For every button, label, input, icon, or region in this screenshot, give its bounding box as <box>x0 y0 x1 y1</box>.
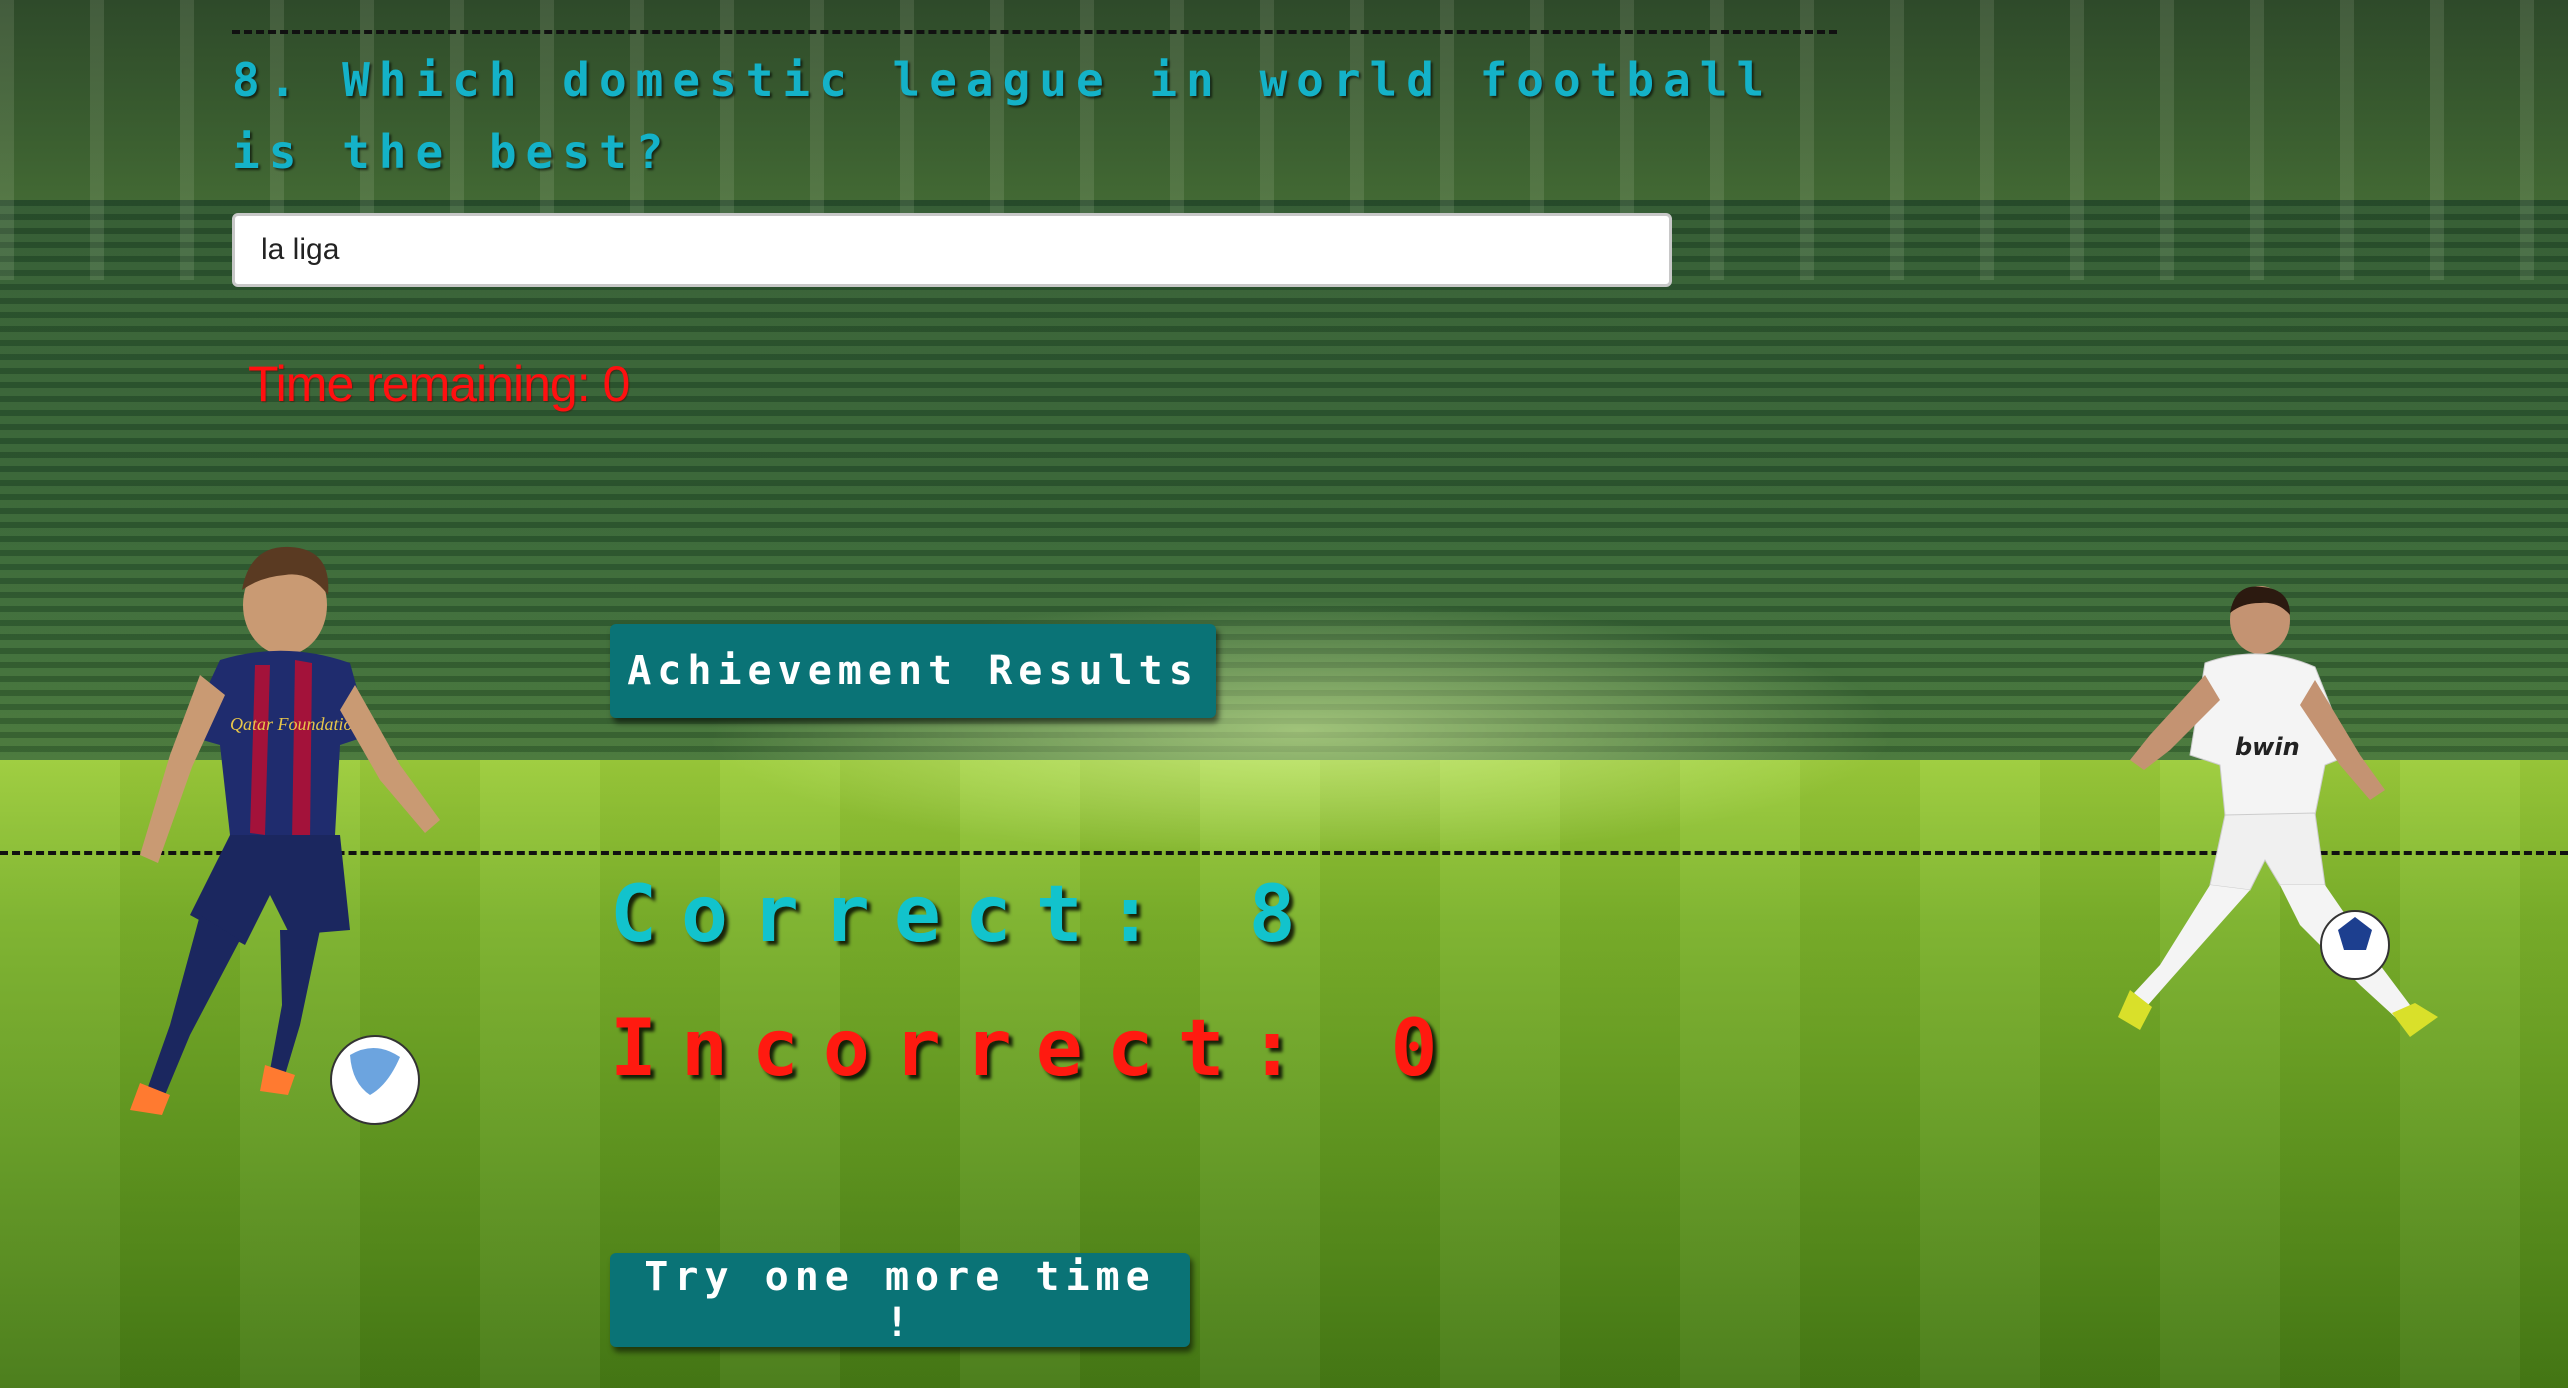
left-jersey-text: Qatar Foundation <box>230 714 362 734</box>
question-text: 8. Which domestic league in world footba… <box>232 53 1774 179</box>
top-divider <box>232 30 1837 34</box>
try-again-button[interactable]: Try one more time ! <box>610 1253 1190 1347</box>
right-player-image: bwin <box>2118 586 2438 1037</box>
right-jersey-text: bwin <box>2235 733 2300 761</box>
incorrect-score: Incorrect: 0 <box>610 1004 1462 1094</box>
answer-input[interactable] <box>232 213 1672 287</box>
left-player-image: Qatar Foundation <box>130 546 440 1125</box>
achievement-results-button[interactable]: Achievement Results <box>610 624 1216 718</box>
soccer-ball-icon <box>330 1035 420 1125</box>
time-remaining: Time remaining: 0 <box>248 356 630 412</box>
soccer-ball-icon <box>2320 910 2390 980</box>
correct-score: Correct: 8 <box>610 870 1320 960</box>
